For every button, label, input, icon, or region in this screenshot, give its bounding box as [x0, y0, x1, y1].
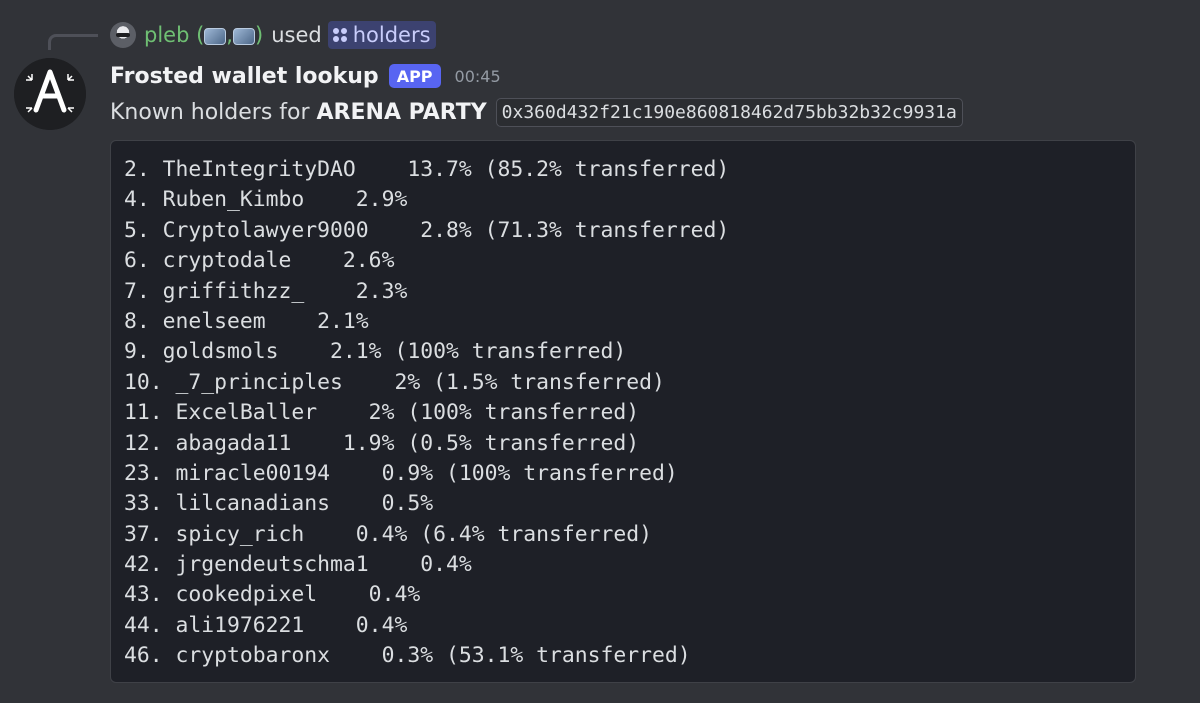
reply-reference[interactable]: pleb (,) used holders: [110, 20, 436, 50]
message-content: Known holders for ARENA PARTY 0x360d432f…: [110, 95, 963, 129]
token-name: ARENA PARTY: [316, 99, 487, 125]
holder-row: 33. lilcanadians 0.5%: [124, 491, 434, 517]
reply-used-text: used: [271, 23, 322, 47]
author-name[interactable]: Frosted wallet lookup: [110, 64, 379, 89]
command-mention[interactable]: holders: [327, 21, 436, 49]
reply-username-close: ): [254, 23, 264, 47]
slash-command-icon: [332, 28, 347, 42]
message-header: Frosted wallet lookup APP 00:45: [110, 60, 501, 92]
holder-row: 42. jrgendeutschma1 0.4%: [124, 552, 472, 578]
holders-code-block: 2. TheIntegrityDAO 13.7% (85.2% transfer…: [110, 140, 1136, 683]
contract-address: 0x360d432f21c190e860818462d75bb32b32c993…: [495, 97, 963, 127]
holder-row: 4. Ruben_Kimbo 2.9%: [124, 187, 408, 213]
holder-row: 46. cryptobaronx 0.3% (53.1% transferred…: [124, 643, 691, 669]
message-timestamp[interactable]: 00:45: [455, 67, 501, 86]
holder-row: 43. cookedpixel 0.4%: [124, 582, 421, 608]
frosted-logo-icon[interactable]: [14, 58, 86, 130]
app-badge: APP: [388, 64, 441, 88]
blue-cube-emoji-icon: [204, 27, 227, 45]
holder-row: 2. TheIntegrityDAO 13.7% (85.2% transfer…: [124, 157, 730, 182]
frosted-logo-svg: [14, 58, 86, 130]
holder-row: 12. abagada11 1.9% (0.5% transferred): [124, 430, 640, 456]
holder-row: 9. goldsmols 2.1% (100% transferred): [124, 339, 627, 365]
reply-username[interactable]: pleb (,): [144, 23, 263, 47]
holder-row: 5. Cryptolawyer9000 2.8% (71.3% transfer…: [124, 217, 730, 243]
reply-username-text: pleb (: [144, 23, 205, 47]
emoji-separator: ,: [226, 23, 233, 47]
holder-row: 7. griffithzz_ 2.3%: [124, 278, 408, 304]
holder-row: 11. ExcelBaller 2% (100% transferred): [124, 400, 640, 426]
user-avatar-icon[interactable]: [110, 22, 136, 48]
holder-row: 23. miracle00194 0.9% (100% transferred): [124, 460, 678, 486]
content-prefix: Known holders for: [110, 99, 310, 125]
holder-row: 10. _7_principles 2% (1.5% transferred): [124, 369, 665, 395]
blue-cube-emoji-icon: [232, 27, 255, 45]
holder-row: 37. spicy_rich 0.4% (6.4% transferred): [124, 521, 653, 547]
holder-row: 8. enelseem 2.1%: [124, 308, 369, 334]
command-name: holders: [352, 23, 431, 47]
holder-row: 6. cryptodale 2.6%: [124, 248, 395, 274]
holder-row: 44. ali1976221 0.4%: [124, 612, 408, 638]
reply-connector: [48, 34, 98, 50]
